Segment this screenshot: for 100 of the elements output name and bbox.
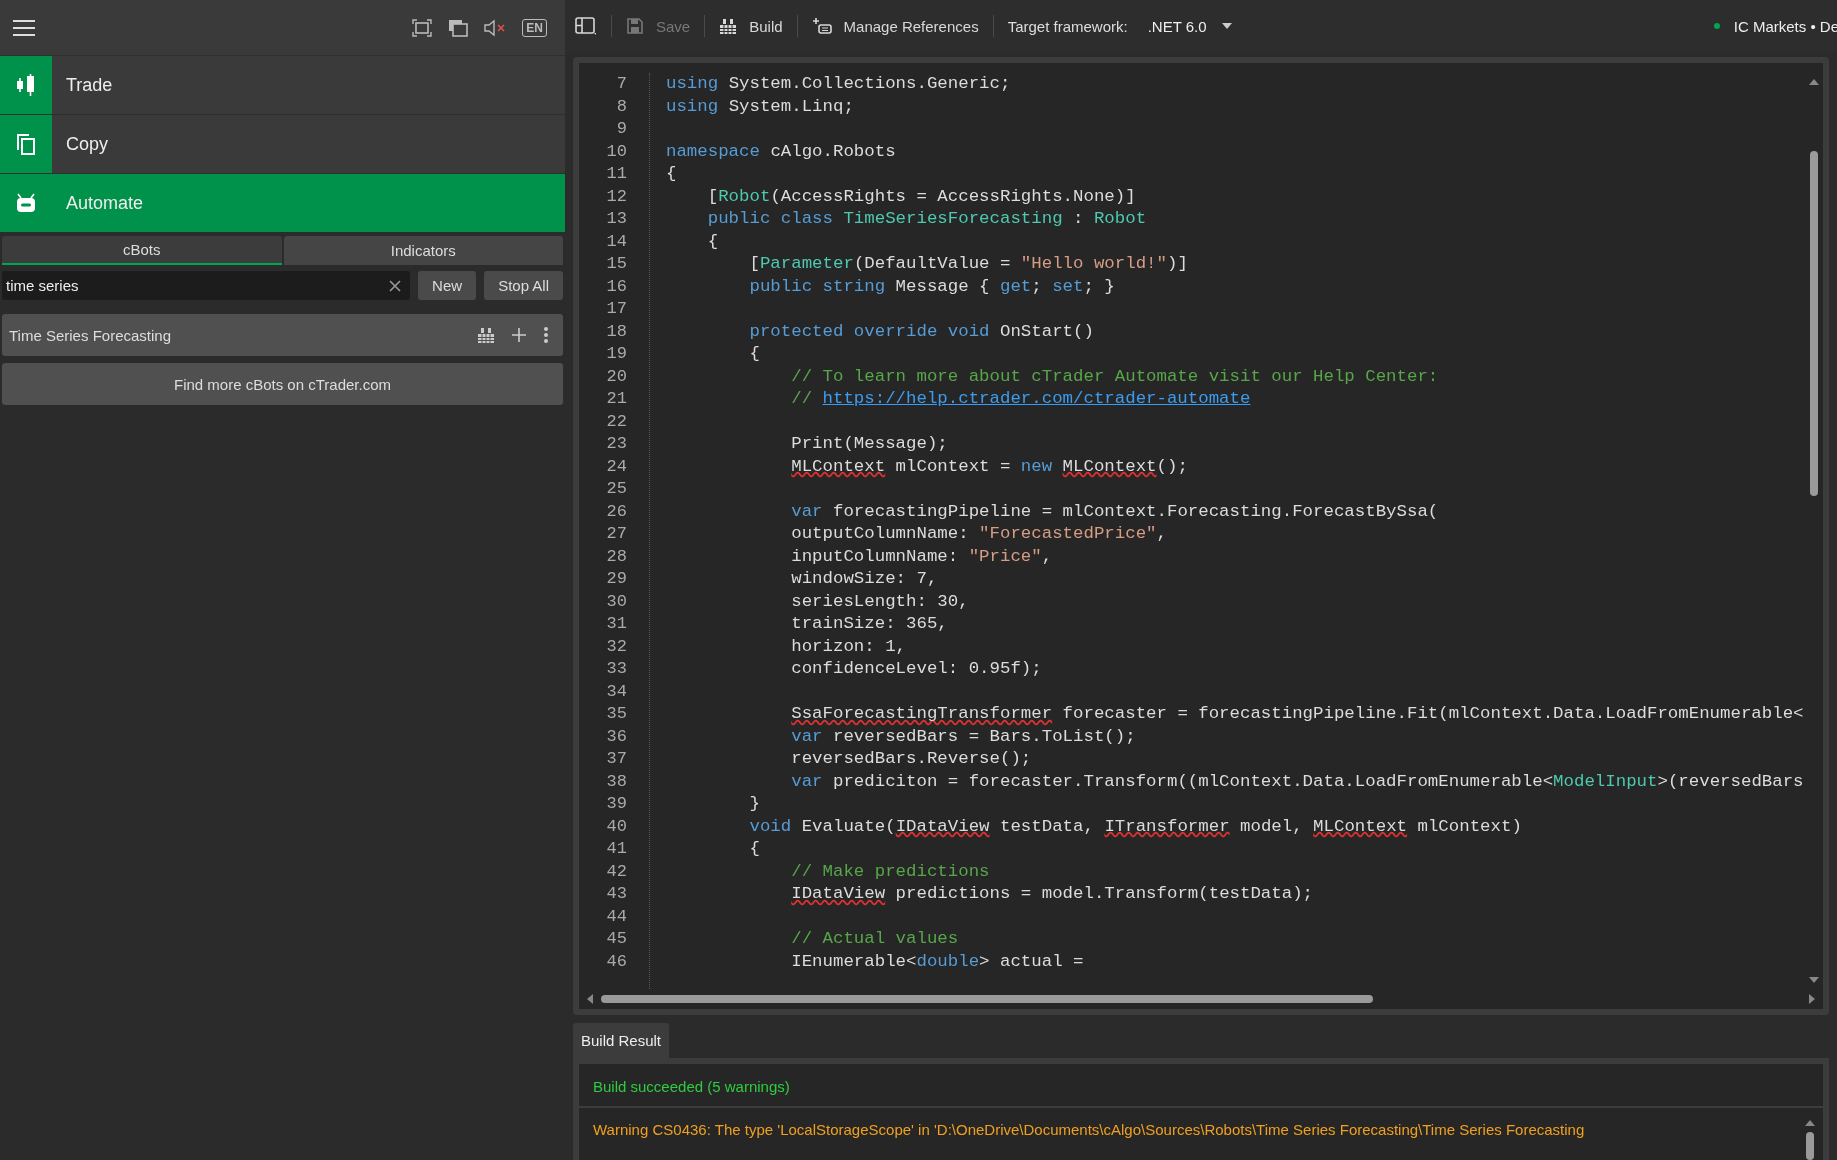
line-number: 42 bbox=[605, 860, 627, 883]
tab[interactable]: Build Result bbox=[573, 1023, 670, 1058]
code-line: trainSize: 365, bbox=[790, 613, 948, 635]
line-number: 17 bbox=[605, 298, 627, 320]
code-comment: // bbox=[791, 389, 814, 408]
code-line: IDataView predictions = model.Transform(testData); bbox=[790, 883, 1314, 905]
line-number: 9 bbox=[615, 118, 627, 140]
code-line: { bbox=[706, 230, 719, 253]
line-number: 34 bbox=[605, 680, 627, 703]
code-line: reversedBars.Reverse(); bbox=[790, 748, 1032, 770]
nav-item[interactable]: Automate bbox=[0, 173, 565, 232]
code-line: var prediciton = forecaster.Transform((mlContext.Data.LoadFromEnumerable<ModelInput>(reversedBars bbox=[790, 770, 1804, 793]
code-line: IEnumerable<double> actual = bbox=[790, 950, 1084, 973]
code-line: var reversedBars = Bars.ToList(); bbox=[790, 725, 1136, 748]
line-number: 25 bbox=[605, 478, 627, 500]
mute-icon[interactable] bbox=[484, 18, 507, 37]
robot-icon bbox=[15, 192, 37, 214]
line-number: 24 bbox=[605, 455, 627, 478]
nav-item[interactable]: Copy bbox=[0, 114, 565, 173]
cbot-name: Time Series Forecasting bbox=[9, 326, 171, 344]
code-line: { bbox=[666, 163, 677, 185]
layout-icon bbox=[575, 16, 597, 36]
add-icon[interactable] bbox=[511, 327, 527, 343]
scrollbar-thumb[interactable] bbox=[1806, 1132, 1814, 1160]
action-button[interactable]: New bbox=[418, 271, 477, 300]
line-number: 10 bbox=[605, 140, 627, 163]
find-more-button[interactable]: Find more cBots on cTrader.com bbox=[2, 363, 563, 405]
add-list-icon bbox=[811, 17, 832, 35]
scrollbar-thumb[interactable] bbox=[601, 995, 1373, 1003]
code-line: using System.Linq; bbox=[666, 95, 854, 118]
language-button[interactable]: EN bbox=[522, 18, 547, 37]
line-number: 40 bbox=[605, 815, 627, 838]
line-number: 21 bbox=[605, 388, 627, 410]
line-number: 22 bbox=[605, 410, 627, 433]
line-number: 19 bbox=[605, 343, 627, 365]
line-number: 28 bbox=[605, 545, 627, 568]
more-icon[interactable] bbox=[543, 326, 549, 344]
action-button[interactable]: Stop All bbox=[484, 271, 563, 300]
code-line: [Parameter(DefaultValue = "Hello world!")] bbox=[748, 253, 1188, 275]
windows-icon[interactable] bbox=[448, 18, 469, 37]
line-number: 27 bbox=[605, 523, 627, 545]
cbot-item[interactable]: Time Series Forecasting bbox=[2, 314, 563, 356]
code-line: { bbox=[748, 838, 760, 860]
menu-icon[interactable] bbox=[13, 19, 35, 36]
nav-item[interactable]: Trade bbox=[0, 55, 565, 114]
line-number: 13 bbox=[605, 208, 627, 230]
toolbar-button[interactable]: Build bbox=[719, 17, 783, 35]
code-line: // Actual values bbox=[790, 928, 959, 950]
tab[interactable]: cBots bbox=[2, 236, 282, 265]
blocks-icon bbox=[719, 17, 738, 35]
line-number: 37 bbox=[605, 748, 627, 770]
copy-icon bbox=[15, 132, 37, 156]
candles-icon bbox=[15, 73, 37, 97]
code-line: // Make predictions bbox=[790, 860, 990, 883]
code-line: public class TimeSeriesForecasting : Robot bbox=[706, 208, 1147, 230]
line-number: 23 bbox=[605, 433, 627, 455]
line-number: 26 bbox=[605, 500, 627, 523]
code-line: horizon: 1, bbox=[790, 635, 907, 658]
tab[interactable]: Indicators bbox=[283, 236, 563, 265]
code-line: MLContext mlContext = new MLContext(); bbox=[790, 455, 1188, 478]
line-number: 7 bbox=[615, 73, 627, 95]
caret-icon bbox=[1220, 22, 1233, 30]
code-line: SsaForecastingTransformer forecaster = forecastingPipeline.Fit(mlContext.Data.LoadFromEnumerable< bbox=[790, 703, 1804, 725]
scroll-up-icon bbox=[1805, 1120, 1815, 1126]
line-number: 38 bbox=[605, 770, 627, 793]
code-line: [Robot(AccessRights = AccessRights.None)] bbox=[706, 185, 1136, 208]
line-number: 44 bbox=[605, 905, 627, 928]
code-line: Print(Message); bbox=[790, 433, 948, 455]
scroll-left-icon bbox=[587, 994, 593, 1004]
nav-label: Copy bbox=[66, 133, 109, 155]
code-line: } bbox=[748, 793, 760, 815]
line-number: 46 bbox=[605, 950, 627, 973]
fullscreen-icon[interactable] bbox=[412, 18, 433, 37]
scrollbar-thumb[interactable] bbox=[1810, 151, 1818, 496]
line-number: 16 bbox=[605, 275, 627, 298]
search-field[interactable]: time series bbox=[2, 271, 411, 300]
code-line: windowSize: 7, bbox=[790, 568, 938, 590]
code-line: { bbox=[748, 343, 760, 365]
line-number: 43 bbox=[605, 883, 627, 905]
scroll-down-icon bbox=[1809, 977, 1819, 983]
line-number: 12 bbox=[605, 185, 627, 208]
line-number: 41 bbox=[605, 838, 627, 860]
nav-label: Trade bbox=[66, 74, 113, 96]
line-number: 20 bbox=[605, 365, 627, 388]
line-number: 14 bbox=[605, 230, 627, 253]
code-line: seriesLength: 30, bbox=[790, 590, 969, 613]
line-number: 8 bbox=[615, 95, 627, 118]
code-line: // To learn more about cTrader Automate visit our Help Center: bbox=[790, 365, 1439, 388]
toolbar-button[interactable]: Manage References bbox=[811, 17, 979, 35]
line-number: 29 bbox=[605, 568, 627, 590]
warning-message: Warning CS0436: The type 'LocalStorageScope' in 'D:\OneDrive\Documents\cAlgo\Sources\Robots\Time Series Forecasting\Time Series Forecasting bbox=[593, 1120, 1586, 1140]
layout-button[interactable] bbox=[575, 16, 597, 36]
code-link[interactable]: https://help.ctrader.com/ctrader-automate bbox=[822, 389, 1251, 408]
blocks-icon[interactable] bbox=[477, 326, 495, 344]
nav-label: Automate bbox=[66, 192, 144, 214]
framework-dropdown[interactable]: .NET 6.0 bbox=[1141, 17, 1239, 35]
line-number: 36 bbox=[605, 725, 627, 748]
line-number: 39 bbox=[605, 793, 627, 815]
clear-icon[interactable] bbox=[389, 280, 402, 292]
line-number: 35 bbox=[605, 703, 627, 725]
